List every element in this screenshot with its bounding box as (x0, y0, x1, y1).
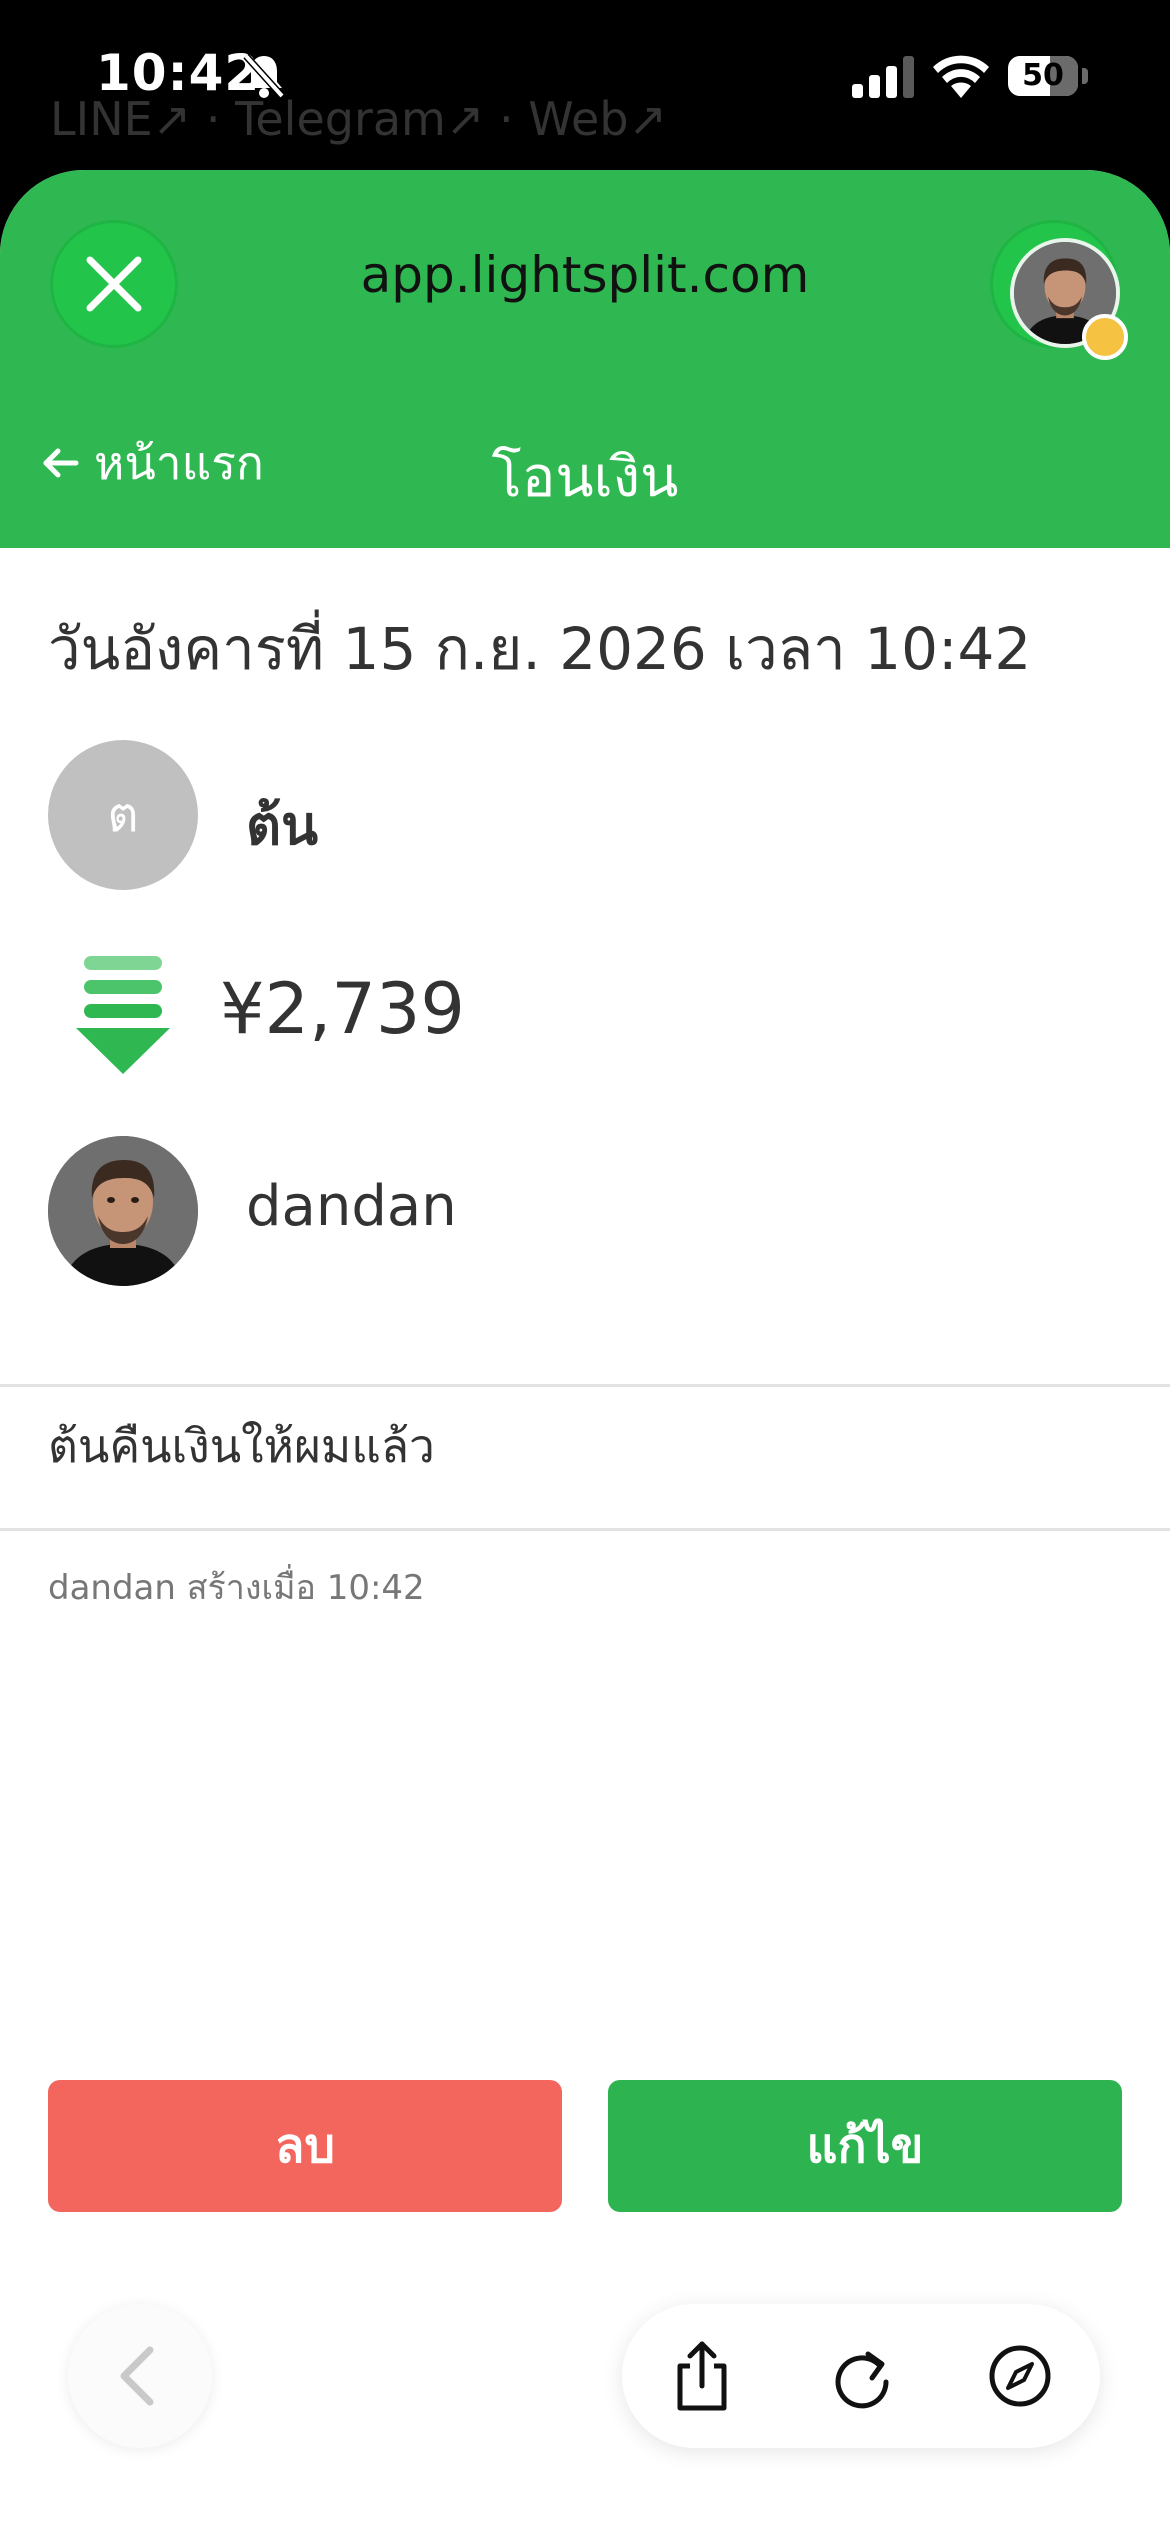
avatar-initial: ต (48, 740, 198, 890)
divider (0, 1384, 1170, 1387)
divider (0, 1528, 1170, 1531)
browser-toolbar (622, 2304, 1100, 2448)
status-bar: LINE↗ · Telegram↗ · Web↗ 10:42 50 (0, 0, 1170, 160)
share-icon[interactable] (662, 2336, 742, 2416)
battery-level: 50 (1022, 58, 1064, 93)
browser-bar: app.lightsplit.com (0, 170, 1170, 380)
page-title: โอนเงิน (491, 445, 679, 510)
transfer-date: วันอังคารที่ 15 ก.ย. 2026 เวลา 10:42 (48, 615, 1032, 683)
chevron-left-icon (120, 2346, 154, 2406)
delete-button[interactable]: ลบ (48, 2080, 562, 2212)
reload-icon[interactable] (822, 2336, 902, 2416)
app-header: หน้าแรก โอนเงิน (0, 380, 1170, 548)
transfer-note: ต้นคืนเงินให้ผมแล้ว (48, 1419, 435, 1473)
compass-icon[interactable] (980, 2336, 1060, 2416)
browser-back-button[interactable] (68, 2304, 212, 2448)
bell-slash-icon (243, 53, 285, 99)
transfer-amount: ¥2,739 (220, 968, 465, 1050)
premium-badge (1082, 314, 1128, 360)
browser-sheet: app.lightsplit.com หน้าแรก โอนเงิน วันอั… (0, 170, 1170, 2532)
edit-button[interactable]: แก้ไข (608, 2080, 1122, 2212)
wifi-icon (933, 55, 989, 98)
signal-icon (852, 56, 914, 98)
battery-icon: 50 (1008, 56, 1088, 98)
avatar (48, 1136, 198, 1286)
created-meta: dandan สร้างเมื่อ 10:42 (48, 1568, 425, 1608)
from-name: ต้น (246, 794, 318, 857)
transfer-down-icon (76, 956, 170, 1074)
status-time: 10:42 (96, 44, 261, 102)
to-name: dandan (246, 1174, 457, 1239)
